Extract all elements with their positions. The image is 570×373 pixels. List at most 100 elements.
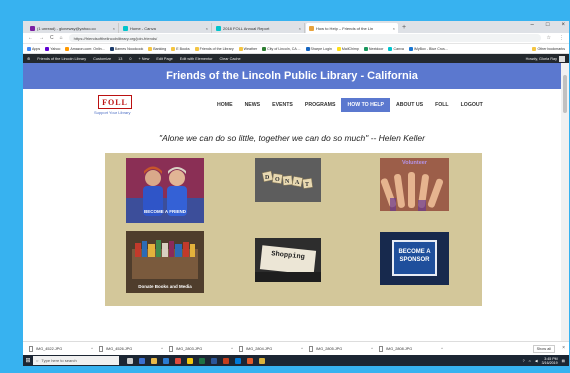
nav-item-how-to-help[interactable]: HOW TO HELP	[341, 98, 390, 112]
site-logo[interactable]: FOLL Support Your Library	[94, 95, 148, 117]
pinned-apps	[127, 357, 265, 364]
admin-bar-item[interactable]: Clear Cache	[220, 57, 241, 61]
task-view-icon[interactable]	[127, 357, 133, 364]
close-tab-icon[interactable]: ×	[393, 26, 395, 31]
star-icon[interactable]: ☆	[547, 35, 551, 41]
browser-tab[interactable]: (1 unread) - glcnewsy@yahoo.co ×	[27, 23, 119, 33]
bookmark-item[interactable]: Barnes Noodcook	[109, 46, 143, 51]
browser-tab[interactable]: How to Help – Friends of the Lin ×	[306, 23, 398, 33]
nav-item-home[interactable]: HOME	[211, 98, 239, 112]
show-all-button[interactable]: Show all	[532, 345, 555, 353]
nav-item-about-us[interactable]: ABOUT US	[390, 98, 429, 112]
taskbar-search[interactable]: ○ Type here to search	[33, 356, 119, 365]
clock[interactable]: 3:45 PM 3/16/2019	[542, 357, 558, 365]
chevron-up-icon[interactable]: ^	[371, 346, 373, 351]
admin-account[interactable]: Howdy, Gloria Ray	[526, 55, 565, 62]
bookmark-item[interactable]: Canva	[388, 46, 404, 51]
chevron-up-icon[interactable]: ^	[91, 346, 93, 351]
admin-bar-item[interactable]: Friends of the Lincoln Library	[37, 57, 86, 61]
chevron-up-icon[interactable]: ^	[301, 346, 303, 351]
url-field[interactable]: https://friendsofthelincolnlibrary.org/j…	[68, 34, 541, 42]
download-item[interactable]: IMG_4522.JPG ^	[29, 345, 99, 352]
bookmark-item[interactable]: Sharpe Login	[305, 46, 332, 51]
close-tab-icon[interactable]: ×	[113, 26, 115, 31]
bookmark-item[interactable]: Banking	[148, 46, 166, 51]
store-icon[interactable]	[163, 357, 169, 364]
bookmark-item[interactable]: MailChimp	[336, 46, 359, 51]
windows-start-icon[interactable]: ⊞	[23, 355, 33, 366]
download-item[interactable]: IMG_2808.JPG ^	[379, 345, 449, 352]
page-scrollbar[interactable]	[561, 63, 569, 341]
wordpress-icon[interactable]: ⊛	[27, 56, 30, 61]
admin-bar-item[interactable]: Edit Page	[156, 57, 172, 61]
chevron-up-icon[interactable]: ^	[441, 346, 443, 351]
bookmark-label: MailChimp	[341, 46, 359, 51]
donate-tile[interactable]: DONAT	[255, 158, 321, 202]
bookmark-item[interactable]: E Books	[171, 46, 190, 51]
volume-icon[interactable]: ◀	[535, 359, 538, 363]
bookmark-label: Nextdoor	[368, 46, 384, 51]
system-tray: ? ⌂ ◀ 3:45 PM 3/16/2019 ▤	[523, 357, 569, 365]
bookmark-item[interactable]: Yahoo	[45, 46, 60, 51]
other-bookmarks[interactable]: Other bookmarks	[532, 46, 565, 51]
new-tab-button[interactable]: +	[402, 23, 406, 33]
bookmark-item[interactable]: Weather	[238, 46, 257, 51]
forward-icon[interactable]: →	[39, 35, 44, 41]
download-item[interactable]: IMG_2805.JPG ^	[309, 345, 379, 352]
admin-bar-item[interactable]: Customize	[93, 57, 111, 61]
scrollbar-thumb[interactable]	[563, 75, 567, 113]
bookmark-item[interactable]: Apps	[27, 46, 40, 51]
chrome-icon[interactable]	[175, 357, 181, 364]
browser-tab[interactable]: 2018 FOLL Annual Report ×	[213, 23, 305, 33]
menu-icon[interactable]: ⋮	[559, 35, 564, 41]
home-icon[interactable]: ⌂	[60, 35, 63, 41]
powerpoint-icon[interactable]	[223, 357, 229, 364]
nav-item-logout[interactable]: LOGOUT	[455, 98, 489, 112]
chevron-up-icon[interactable]: ^	[161, 346, 163, 351]
close-window-button[interactable]: ×	[561, 22, 565, 28]
admin-bar-item[interactable]: 0	[129, 57, 131, 61]
sponsor-tile[interactable]: BECOME A SPONSOR	[380, 232, 449, 285]
nav-item-events[interactable]: EVENTS	[266, 98, 299, 112]
help-icon[interactable]: ?	[523, 359, 525, 363]
mail-icon[interactable]	[235, 357, 241, 364]
admin-bar-item[interactable]: Edit with Elementor	[180, 57, 213, 61]
browser-tab[interactable]: Home - Canva ×	[120, 23, 212, 33]
network-icon[interactable]: ⌂	[529, 359, 531, 363]
admin-bar-item[interactable]: + New	[138, 57, 149, 61]
close-downloads-button[interactable]: ×	[562, 345, 565, 351]
download-item[interactable]: IMG_2803.JPG ^	[169, 345, 239, 352]
close-tab-icon[interactable]: ×	[206, 26, 208, 31]
help-gallery: BECOME A FRIEND DONAT Volunteer Donate B…	[105, 153, 482, 306]
donate-books-tile[interactable]: Donate Books and Media	[126, 231, 204, 293]
folder-icon[interactable]	[259, 357, 265, 364]
download-item[interactable]: IMG_4526.JPG ^	[99, 345, 169, 352]
file-explorer-icon[interactable]	[151, 357, 157, 364]
become-friend-tile[interactable]: BECOME A FRIEND	[126, 158, 204, 223]
nav-item-news[interactable]: NEWS	[239, 98, 267, 112]
back-icon[interactable]: ←	[28, 35, 33, 41]
notifications-icon[interactable]: ▤	[562, 359, 565, 363]
volunteer-tile[interactable]: Volunteer	[380, 158, 449, 211]
excel-icon[interactable]	[199, 357, 205, 364]
bookmark-item[interactable]: Amazon.com: Onlin...	[65, 46, 105, 51]
bookmark-item[interactable]: IMyBox - Blue Crus...	[408, 46, 448, 51]
bookmark-item[interactable]: City of Lincoln, CA ...	[262, 46, 301, 51]
edge-icon[interactable]	[139, 357, 145, 364]
photos-icon[interactable]	[187, 357, 193, 364]
word-icon[interactable]	[211, 357, 217, 364]
admin-bar-item[interactable]: 13	[118, 57, 122, 61]
shopping-tile[interactable]: Shopping	[255, 238, 321, 282]
close-tab-icon[interactable]: ×	[299, 26, 301, 31]
bookmark-item[interactable]: Friends of the Library	[194, 46, 234, 51]
nav-item-programs[interactable]: PROGRAMS	[299, 98, 342, 112]
bookmark-item[interactable]: Nextdoor	[363, 46, 384, 51]
reload-icon[interactable]: C	[50, 35, 54, 41]
chevron-up-icon[interactable]: ^	[231, 346, 233, 351]
maximize-button[interactable]: □	[546, 22, 550, 28]
file-icon	[309, 345, 313, 352]
minimize-button[interactable]: –	[531, 22, 534, 28]
download-item[interactable]: IMG_2804.JPG ^	[239, 345, 309, 352]
firefox-icon[interactable]	[247, 357, 253, 364]
nav-item-foll[interactable]: FOLL	[429, 98, 455, 112]
